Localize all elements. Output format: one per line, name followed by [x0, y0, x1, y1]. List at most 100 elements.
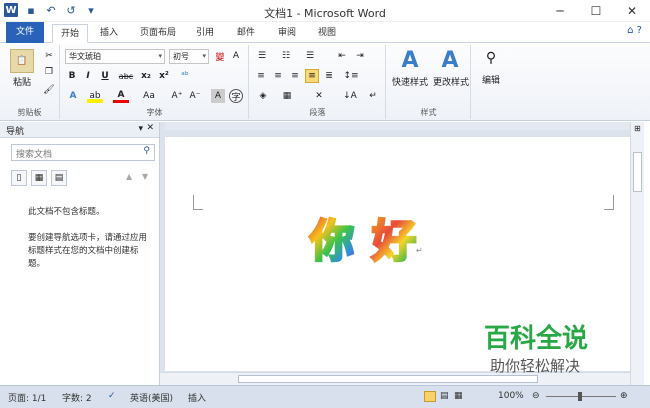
line-spacing-icon[interactable]: ↕≡ — [342, 69, 360, 83]
copy-icon[interactable]: ❐ — [42, 65, 56, 79]
minimize-button[interactable]: ─ — [542, 0, 578, 22]
tab-insert[interactable]: 插入 — [94, 24, 124, 43]
margin-mark — [604, 195, 614, 210]
margin-mark — [193, 195, 203, 210]
zoom-out-icon[interactable]: ⊖ — [532, 391, 540, 401]
group-styles: A 快速样式 A 更改样式 样式 — [387, 45, 471, 119]
nav-message: 此文档不包含标题。 要创建导航选项卡，请通过应用标题样式在您的文档中创建标题。 — [28, 206, 148, 271]
font-color-icon[interactable]: A — [113, 89, 129, 103]
subscript-button[interactable]: x₂ — [139, 69, 153, 83]
justify-icon[interactable]: ≡ — [305, 69, 319, 83]
ruler — [165, 122, 630, 130]
text-effect-icon[interactable]: A — [65, 89, 81, 103]
superscript-button[interactable]: x² — [157, 69, 171, 83]
page-count[interactable]: 页面: 1/1 — [8, 391, 46, 404]
hello-text[interactable]: 你 好 — [306, 212, 436, 269]
ruler-toggle-icon[interactable]: ⊞ — [634, 124, 641, 133]
status-bar: 页面: 1/1 字数: 2 ✓ 英语(美国) 插入 ▤ ▦ 100% ⊖ ⊕ — [0, 385, 650, 408]
sort-icon[interactable]: ↓A — [342, 89, 358, 103]
search-placeholder: 搜索文档 — [16, 150, 53, 160]
vertical-scrollbar[interactable]: ⊞ — [630, 122, 644, 385]
bullets-icon[interactable]: ☰ — [254, 49, 270, 63]
maximize-button[interactable]: ☐ — [578, 0, 614, 22]
nav-up-icon[interactable]: ▲ — [126, 172, 132, 181]
borders-icon[interactable]: ▦ — [278, 89, 296, 103]
search-icon[interactable]: ⚲ — [143, 146, 150, 156]
increase-indent-icon[interactable]: ⇥ — [352, 49, 368, 63]
quick-styles-icon[interactable]: A — [397, 47, 423, 73]
strikethrough-button[interactable]: abc — [116, 69, 136, 83]
paste-button[interactable]: 粘贴 — [7, 75, 37, 88]
font-name-select[interactable]: 华文琥珀 ▾ — [65, 49, 165, 64]
scroll-thumb[interactable] — [633, 152, 642, 192]
bold-button[interactable]: B — [65, 69, 79, 83]
tab-view[interactable]: 视图 — [312, 24, 342, 43]
chevron-down-icon[interactable]: ▾ — [138, 124, 143, 134]
help-icon[interactable]: ⌂ ? — [627, 25, 642, 36]
highlight-icon[interactable]: ab — [87, 89, 103, 103]
paste-icon[interactable]: 📋 — [10, 49, 34, 73]
zoom-in-icon[interactable]: ⊕ — [620, 391, 628, 401]
phonetic-guide-icon[interactable]: 變 — [213, 49, 227, 63]
group-font: 华文琥珀 ▾ 初号 ▾ 變 A B I U abc x₂ x² ᵃᵇ A ab A … — [61, 45, 249, 119]
tab-references[interactable]: 引用 — [190, 24, 220, 43]
underline-button[interactable]: U — [98, 69, 112, 83]
change-styles-button[interactable]: 更改样式 — [431, 75, 471, 88]
watermark-title: 百科全说 — [484, 324, 589, 354]
tab-home[interactable]: 开始 — [52, 24, 88, 43]
ribbon-tabs: 文件 开始 插入 页面布局 引用 邮件 审阅 视图 ⌂ ? — [0, 22, 650, 43]
chinese-layout-icon[interactable]: ✕ — [310, 89, 328, 103]
align-left-icon[interactable]: ≡ — [254, 69, 268, 83]
decrease-indent-icon[interactable]: ⇤ — [334, 49, 350, 63]
h-scroll-thumb[interactable] — [238, 375, 538, 383]
nav-hint-text: 要创建导航选项卡，请通过应用标题样式在您的文档中创建标题。 — [28, 233, 148, 269]
tab-mailings[interactable]: 邮件 — [231, 24, 261, 43]
font-size-select[interactable]: 初号 ▾ — [169, 49, 209, 64]
tab-review[interactable]: 审阅 — [272, 24, 302, 43]
watermark-subtitle: 助你轻松解决 — [490, 357, 581, 375]
distributed-icon[interactable]: ≣ — [322, 69, 336, 83]
language[interactable]: 英语(美国) — [130, 391, 173, 404]
ribbon: 📋 粘贴 ✂ ❐ 🖌 剪贴板 华文琥珀 ▾ 初号 ▾ 變 A B I U abc x… — [0, 43, 650, 121]
web-layout-icon[interactable]: ▦ — [454, 391, 463, 401]
close-icon[interactable]: ✕ — [146, 123, 154, 133]
print-layout-icon[interactable] — [424, 391, 436, 402]
zoom-level[interactable]: 100% — [498, 391, 524, 401]
grow-font-button[interactable]: A⁺ — [169, 89, 185, 103]
shrink-font-button[interactable]: A⁻ — [187, 89, 203, 103]
cut-icon[interactable]: ✂ — [42, 49, 56, 63]
headings-tab-icon[interactable]: ▯ — [11, 170, 27, 186]
insert-mode[interactable]: 插入 — [188, 391, 206, 404]
enclose-char-icon[interactable]: 字 — [229, 89, 243, 103]
italic-button[interactable]: I — [81, 69, 95, 83]
search-input[interactable]: 搜索文档 ⚲ — [11, 144, 155, 161]
no-headings-text: 此文档不包含标题。 — [28, 207, 105, 217]
tab-page-layout[interactable]: 页面布局 — [134, 24, 182, 43]
align-center-icon[interactable]: ≡ — [271, 69, 285, 83]
nav-down-icon[interactable]: ▼ — [142, 172, 148, 181]
align-right-icon[interactable]: ≡ — [288, 69, 302, 83]
change-case-button[interactable]: Aa — [139, 89, 159, 103]
clear-format-icon[interactable]: A — [229, 49, 243, 63]
results-tab-icon[interactable]: ▤ — [51, 170, 67, 186]
word-count[interactable]: 字数: 2 — [62, 391, 92, 404]
numbering-icon[interactable]: ☷ — [278, 49, 294, 63]
title-bar: W ▪ ↶ ↺ ▾ 文档1 - Microsoft Word ─ ☐ ✕ — [0, 0, 650, 22]
text-effects-icon[interactable]: ᵃᵇ — [177, 69, 193, 83]
quick-styles-button[interactable]: 快速样式 — [387, 75, 433, 88]
full-screen-icon[interactable]: ▤ — [440, 391, 449, 401]
zoom-slider-thumb[interactable] — [578, 392, 582, 401]
tab-file[interactable]: 文件 — [6, 22, 44, 43]
change-styles-icon[interactable]: A — [437, 47, 463, 73]
pages-tab-icon[interactable]: ▦ — [31, 170, 47, 186]
window-controls: ─ ☐ ✕ — [542, 0, 650, 22]
show-marks-icon[interactable]: ↵ — [366, 89, 380, 103]
format-painter-icon[interactable]: 🖌 — [42, 83, 56, 97]
editing-button[interactable]: 编辑 — [474, 73, 508, 86]
close-button[interactable]: ✕ — [614, 0, 650, 22]
multilevel-list-icon[interactable]: ☰ — [302, 49, 318, 63]
proofing-icon[interactable]: ✓ — [108, 391, 116, 401]
char-shading-button[interactable]: A — [211, 89, 225, 103]
shading-icon[interactable]: ◈ — [254, 89, 272, 103]
binoculars-icon[interactable]: ⚲ — [482, 49, 500, 67]
